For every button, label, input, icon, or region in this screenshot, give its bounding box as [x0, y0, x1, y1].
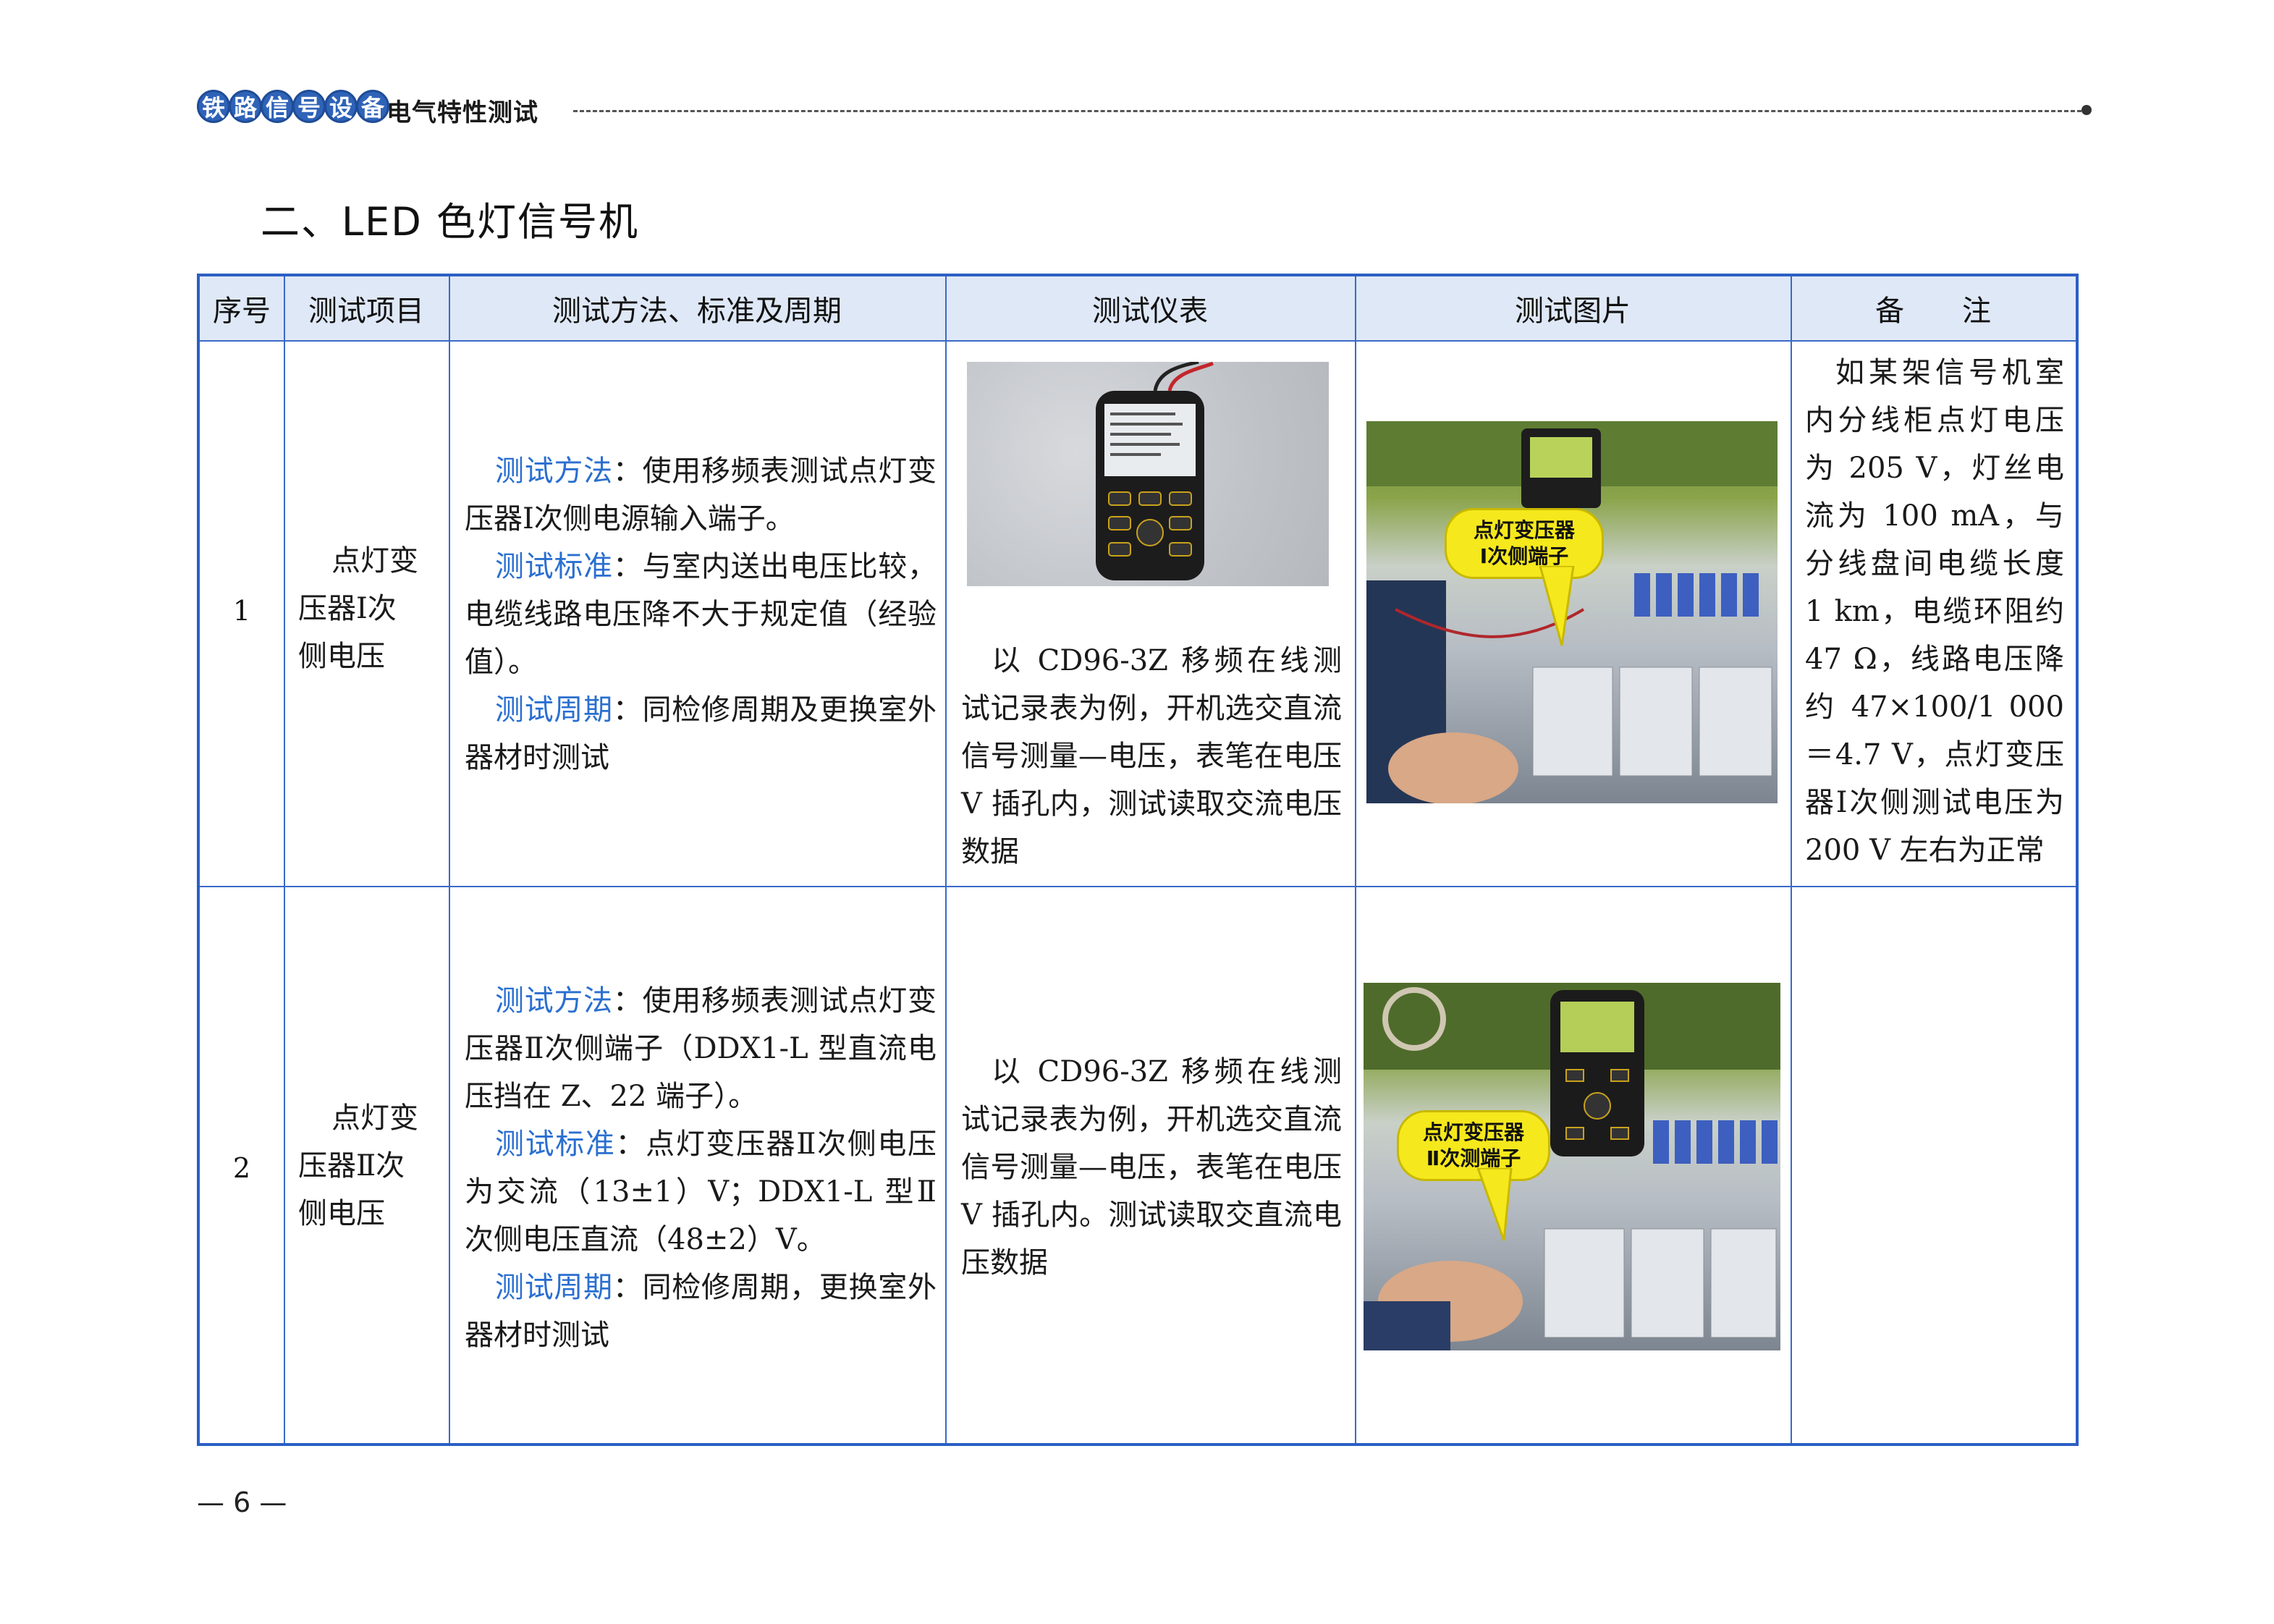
field-photo: 点灯变压器 Ⅱ次测端子 [1364, 983, 1780, 1350]
table-divider [945, 276, 947, 1443]
test-item-line: 点灯变 [331, 1101, 418, 1135]
table-divider [1791, 276, 1792, 1443]
test-method-cell: 测试方法：使用移频表测试点灯变压器Ⅰ次侧电源输入端子。 测试标准：与室内送出电压… [465, 447, 937, 782]
header-cell-photo: 测试图片 [1515, 295, 1631, 328]
period-paragraph: 测试周期：同检修周期及更换室外器材时测试 [465, 686, 937, 782]
test-item-line: 点灯变 [331, 544, 418, 578]
row-number: 1 [232, 595, 251, 627]
callout-pointer-icon [1539, 566, 1575, 646]
handheld-meter-icon [1096, 362, 1214, 580]
method-paragraph: 测试方法：使用移频表测试点灯变压器Ⅱ次侧端子（DDX1-L 型直流电压挡在 Z、… [465, 977, 937, 1120]
book-title-badges: 铁 路 信 号 设 备 [197, 90, 389, 123]
test-table: 序号 测试项目 测试方法、标准及周期 测试仪表 测试图片 备 注 1 点灯变 压… [197, 274, 2079, 1446]
test-item: 点灯变 压器Ⅱ次 侧电压 [298, 1094, 443, 1238]
running-header: 铁 路 信 号 设 备 电气特性测试 [197, 90, 2092, 130]
photo-callout-text: 点灯变压器 Ⅱ次测端子 [1422, 1120, 1524, 1170]
photo-callout-text: 点灯变压器 Ⅰ次侧端子 [1473, 518, 1575, 568]
standard-label: 测试标准 [495, 550, 613, 583]
book-title-char: 号 [292, 90, 326, 123]
standard-paragraph: 测试标准：点灯变压器Ⅱ次侧电压为交流（13±1）V；DDX1-L 型Ⅱ次侧电压直… [465, 1120, 937, 1264]
instrument-description: 以 CD96-3Z 移频在线测试记录表为例，开机选交直流信号测量—电压，表笔在电… [961, 1055, 1342, 1280]
header-dashed-rule [573, 110, 2081, 112]
section-title: 二、LED 色灯信号机 [261, 199, 639, 245]
header-cell-instrument: 测试仪表 [1092, 295, 1208, 328]
instrument-description: 以 CD96-3Z 移频在线测试记录表为例，开机选交直流信号测量—电压，表笔在电… [961, 644, 1342, 868]
test-item: 点灯变 压器Ⅰ次 侧电压 [298, 537, 443, 680]
period-label: 测试周期 [495, 1271, 613, 1304]
header-cell-no: 序号 [213, 295, 271, 328]
field-photo: 点灯变压器 Ⅰ次侧端子 [1366, 421, 1778, 803]
test-item-line: 压器Ⅰ次 [298, 592, 397, 625]
header-end-dot [2081, 105, 2092, 115]
table-divider [200, 340, 2076, 342]
period-label: 测试周期 [495, 693, 613, 727]
period-paragraph: 测试周期：同检修周期，更换室外器材时测试 [465, 1264, 937, 1359]
table-divider [1355, 276, 1356, 1443]
row-number: 2 [232, 1152, 251, 1184]
method-label: 测试方法 [495, 984, 613, 1018]
method-paragraph: 测试方法：使用移频表测试点灯变压器Ⅰ次侧电源输入端子。 [465, 447, 937, 543]
book-title-char: 路 [229, 90, 262, 123]
test-item-line: 侧电压 [298, 1197, 385, 1230]
table-divider [200, 886, 2076, 887]
standard-label: 测试标准 [495, 1128, 616, 1161]
table-divider [284, 276, 285, 1443]
test-item-line: 压器Ⅱ次 [298, 1149, 405, 1183]
method-label: 测试方法 [495, 454, 613, 488]
callout-pointer-icon [1476, 1168, 1513, 1241]
remark-text: 如某架信号机室内分线柜点灯电压为 205 V，灯丝电流为 100 mA，与分线盘… [1805, 356, 2064, 867]
book-title-char: 设 [324, 90, 358, 123]
book-title-char: 信 [261, 90, 294, 123]
header-cell-method: 测试方法、标准及周期 [552, 295, 842, 328]
test-item-line: 侧电压 [298, 640, 385, 673]
table-divider [449, 276, 450, 1443]
book-title-char: 备 [356, 90, 389, 123]
header-cell-remark: 备 注 [1875, 295, 1991, 328]
standard-paragraph: 测试标准：与室内送出电压比较，电缆线路电压降不大于规定值（经验值）。 [465, 543, 937, 686]
header-subtitle: 电气特性测试 [386, 98, 538, 127]
table-header-row: 序号 测试项目 测试方法、标准及周期 测试仪表 测试图片 备 注 [200, 276, 2076, 340]
page-number: — 6 — [197, 1486, 287, 1518]
test-method-cell: 测试方法：使用移频表测试点灯变压器Ⅱ次侧端子（DDX1-L 型直流电压挡在 Z、… [465, 977, 937, 1359]
meter-photo [967, 362, 1329, 586]
book-title-char: 铁 [197, 90, 230, 123]
header-cell-item: 测试项目 [308, 295, 424, 328]
